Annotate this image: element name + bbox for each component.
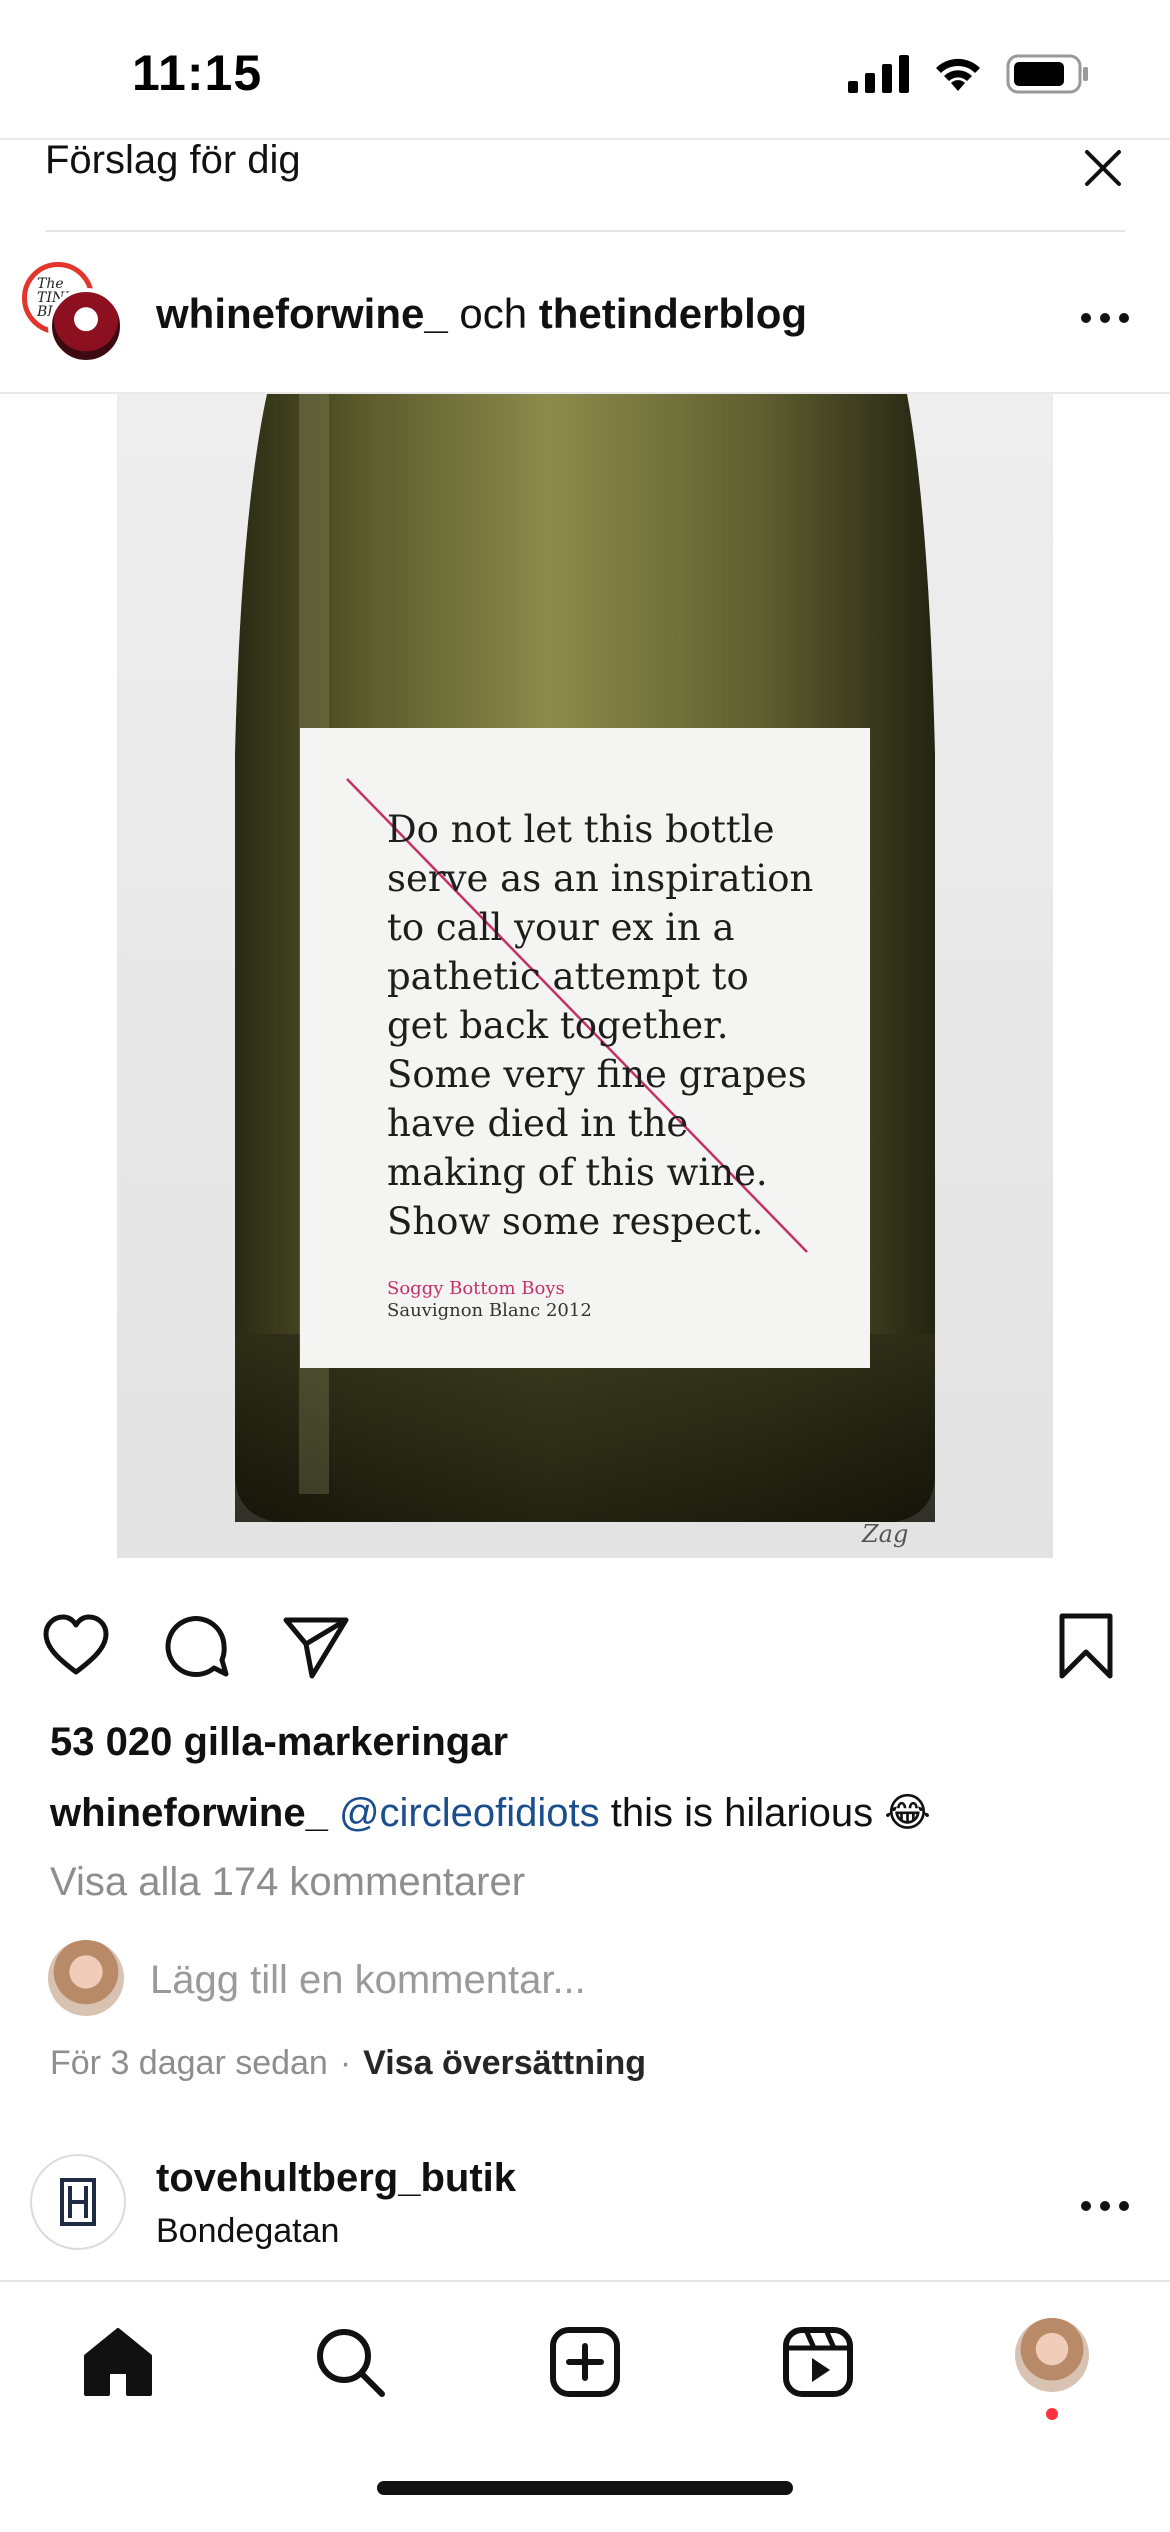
post-accounts: whineforwine_ och thetinderblog — [156, 290, 807, 338]
post-meta: För 3 dagar sedan · Visa översättning — [50, 2044, 646, 2083]
avatar-tovehultberg[interactable] — [30, 2154, 126, 2250]
avatar — [48, 1940, 124, 2016]
home-icon[interactable] — [78, 2322, 158, 2402]
suggested-header: Förslag för dig — [45, 138, 1125, 230]
wine-bottle-illustration: Do not let this bottle serve as an inspi… — [117, 394, 1053, 1558]
wifi-icon — [936, 58, 980, 91]
suggested-divider — [45, 230, 1125, 232]
caption: whineforwine_ @circleofidiots this is hi… — [50, 1790, 931, 1836]
label-variety: Sauvignon Blanc 2012 — [387, 1300, 592, 1321]
home-indicator[interactable] — [377, 2481, 793, 2495]
plus-square-icon[interactable] — [545, 2322, 625, 2402]
image-signature: Zag — [861, 1520, 908, 1548]
label-line: pathetic attempt to — [387, 955, 749, 998]
label-line: making of this wine. — [387, 1151, 768, 1194]
reels-icon[interactable] — [778, 2322, 858, 2402]
profile-tab-avatar[interactable] — [1015, 2318, 1089, 2392]
notification-dot — [1046, 2408, 1058, 2420]
label-line: Show some respect. — [387, 1200, 763, 1243]
comment-input[interactable]: Lägg till en kommentar... — [150, 1958, 586, 2003]
close-icon[interactable] — [1081, 146, 1125, 190]
caption-mention[interactable]: @circleofidiots — [339, 1791, 600, 1835]
comment-icon[interactable] — [160, 1610, 232, 1682]
post-time: För 3 dagar sedan — [50, 2044, 328, 2082]
translate-link[interactable]: Visa översättning — [363, 2044, 646, 2082]
label-brand: Soggy Bottom Boys — [387, 1278, 565, 1299]
post-connector: och — [447, 290, 539, 337]
view-all-comments-link[interactable]: Visa alla 174 kommentarer — [50, 1860, 525, 1905]
caption-text: this is hilarious 😂 — [599, 1791, 931, 1835]
status-bar: 11:15 — [0, 0, 1170, 140]
battery-icon — [1006, 54, 1088, 94]
likes-count[interactable]: 53 020 gilla-markeringar — [50, 1720, 508, 1765]
send-icon[interactable] — [280, 1610, 352, 1682]
label-line: to call your ex in a — [387, 906, 735, 949]
collab-avatars[interactable]: The TINDER BL — [22, 262, 132, 372]
signal-icon — [848, 55, 909, 93]
post-header: The TINDER BL whineforwine_ och thetinde… — [0, 248, 1170, 390]
meta-separator: · — [339, 2044, 352, 2082]
label-line: Some very fine grapes — [387, 1053, 807, 1096]
label-line: have died in the — [387, 1102, 688, 1145]
next-post-user[interactable]: tovehultberg_butik — [156, 2156, 516, 2201]
post-user-2[interactable]: thetinderblog — [539, 290, 807, 337]
avatar-whineforwine[interactable] — [48, 288, 124, 364]
suggested-title: Förslag för dig — [45, 138, 301, 182]
status-icons — [848, 54, 1090, 94]
heart-icon[interactable] — [40, 1610, 112, 1682]
status-time: 11:15 — [132, 45, 263, 101]
post-actions — [0, 1610, 1170, 1690]
more-icon[interactable] — [1080, 2200, 1130, 2212]
label-line: get back together. — [387, 1004, 729, 1047]
label-line: Do not let this bottle — [387, 808, 775, 851]
more-icon[interactable] — [1080, 312, 1130, 324]
next-post-location[interactable]: Bondegatan — [156, 2212, 339, 2251]
search-icon[interactable] — [310, 2322, 390, 2402]
post-user-1[interactable]: whineforwine_ — [156, 290, 448, 337]
caption-user[interactable]: whineforwine_ — [50, 1791, 328, 1835]
post-image[interactable]: Do not let this bottle serve as an inspi… — [117, 394, 1053, 1558]
label-line: serve as an inspiration — [387, 857, 813, 900]
add-comment-row[interactable]: Lägg till en kommentar... — [48, 1940, 1128, 2020]
next-post-header: tovehultberg_butik Bondegatan — [0, 2150, 1170, 2270]
store-logo-icon — [60, 2178, 96, 2226]
bookmark-icon[interactable] — [1050, 1610, 1122, 1682]
